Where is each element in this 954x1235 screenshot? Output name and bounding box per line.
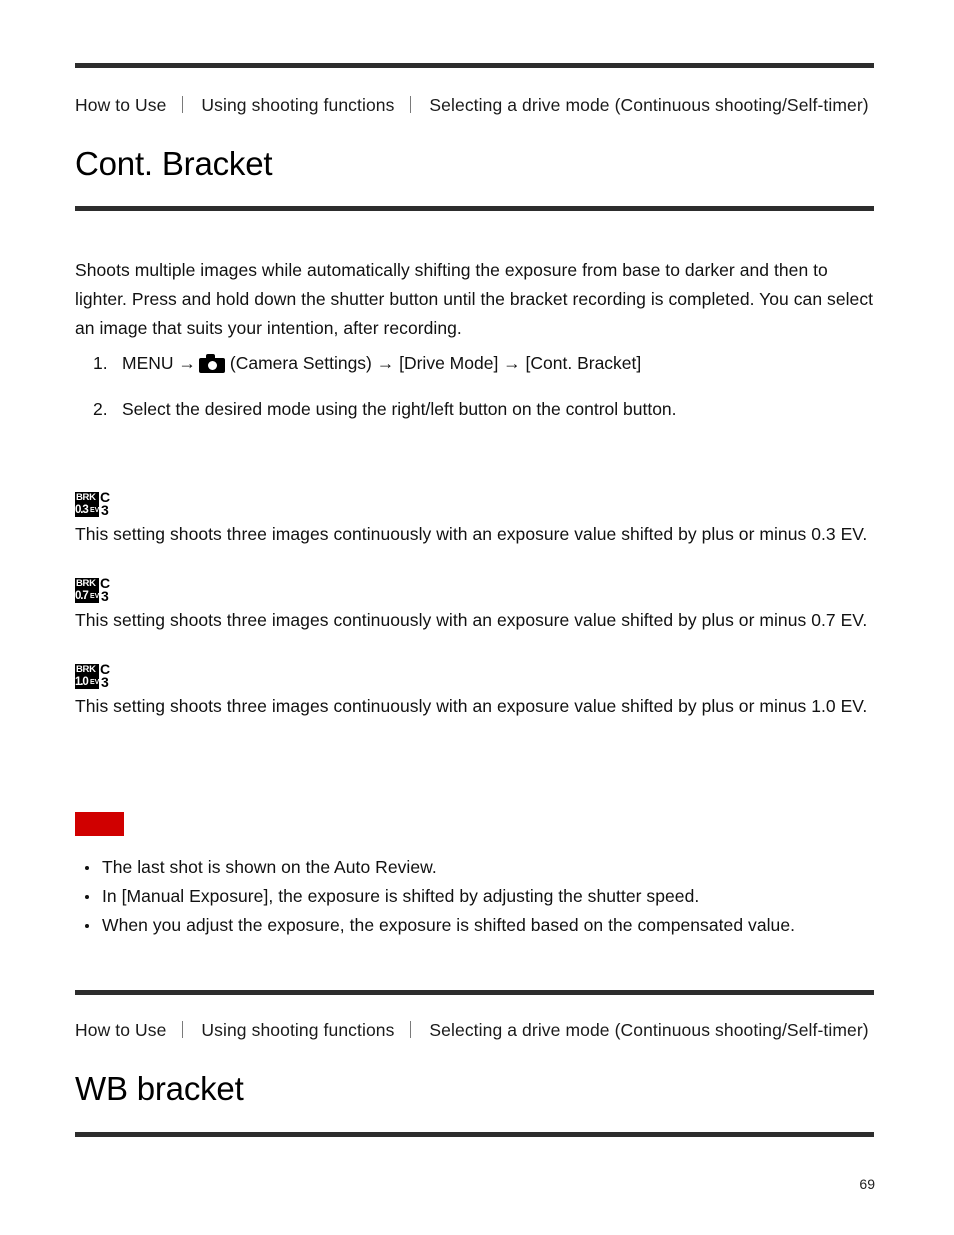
breadcrumb-item-selecting-drive-mode[interactable]: Selecting a drive mode (Continuous shoot… [429,95,868,115]
camera-icon [198,354,225,373]
bracket-mode-item: BRK 1.0 EV C 3 This setting shoots three… [75,662,885,721]
breadcrumb-item-using-shooting-functions[interactable]: Using shooting functions [201,95,394,115]
bracket-icon-ev-value: 0.7 [75,590,89,602]
bracket-icon-shot-count: 3 [101,588,109,604]
steps-list: 1. MENU → (Camera Settings) → [Drive Mode]… [75,350,885,442]
note-list-item: When you adjust the exposure, the exposu… [85,911,885,940]
breadcrumb: How to Use Using shooting functions Sele… [75,1018,875,1043]
section-divider-top [75,63,874,68]
bracket-icon-inverted-box: BRK 0.3 EV [75,492,99,517]
page-title: WB bracket [75,1070,244,1107]
bracket-icon-brk-label: BRK [76,492,96,503]
breadcrumb-separator [410,1021,412,1038]
bracket-icon-inverted-box: BRK 1.0 EV [75,664,99,689]
step-text-before-icon: MENU → [122,353,196,373]
bracket-0-3ev-icon: BRK 0.3 EV C 3 [75,490,117,518]
bracket-icon-ev-unit: EV [90,593,99,600]
section-divider-bottom [75,990,874,995]
document-page: How to Use Using shooting functions Sele… [0,0,954,1235]
note-section: The last shot is shown on the Auto Revie… [75,812,885,940]
note-badge [75,812,124,836]
breadcrumb-item-how-to-use[interactable]: How to Use [75,1020,166,1040]
breadcrumb-separator [410,96,412,113]
bracket-icon-ev-value: 0.3 [75,504,89,516]
bracket-icon-brk-label: BRK [76,664,96,675]
bracket-mode-description: This setting shoots three images continu… [75,696,868,716]
step-text-after-icon: (Camera Settings) → [Drive Mode] → [Cont… [229,353,642,373]
bracket-mode-description: This setting shoots three images continu… [75,610,868,630]
bracket-icon-ev-unit: EV [90,507,99,514]
bracket-icon-inverted-box: BRK 0.7 EV [75,578,99,603]
breadcrumb-item-how-to-use[interactable]: How to Use [75,95,166,115]
step-number: 2. [93,399,108,419]
intro-paragraph: Shoots multiple images while automatical… [75,259,874,338]
title-underline-rule [75,206,874,211]
breadcrumb-item-selecting-drive-mode[interactable]: Selecting a drive mode (Continuous shoot… [429,1020,868,1040]
bracket-0-7ev-icon: BRK 0.7 EV C 3 [75,576,117,604]
step-number: 1. [93,353,108,373]
page-number: 69 [859,1176,875,1192]
bracket-icon-ev-value: 1.0 [75,676,89,688]
breadcrumb: How to Use Using shooting functions Sele… [75,93,875,118]
step-item-2: 2. Select the desired mode using the righ… [75,396,885,422]
page-title: Cont. Bracket [75,145,273,182]
bracket-mode-list: BRK 0.3 EV C 3 This setting shoots three… [75,490,885,750]
step-item-1: 1. MENU → (Camera Settings) → [Drive Mode]… [75,350,885,376]
note-list: The last shot is shown on the Auto Revie… [75,853,885,940]
bracket-mode-item: BRK 0.7 EV C 3 This setting shoots three… [75,576,885,635]
bracket-icon-shot-count: 3 [101,502,109,518]
note-list-item: The last shot is shown on the Auto Revie… [85,853,885,882]
step-text: Select the desired mode using the right/… [122,399,677,419]
bracket-icon-shot-count: 3 [101,674,109,690]
breadcrumb-separator [182,1021,184,1038]
note-list-item: In [Manual Exposure], the exposure is sh… [85,882,885,911]
breadcrumb-separator [182,96,184,113]
bracket-mode-description: This setting shoots three images continu… [75,524,868,544]
breadcrumb-item-using-shooting-functions[interactable]: Using shooting functions [201,1020,394,1040]
title-underline-rule [75,1132,874,1137]
bracket-mode-item: BRK 0.3 EV C 3 This setting shoots three… [75,490,885,549]
bracket-1-0ev-icon: BRK 1.0 EV C 3 [75,662,117,690]
bracket-icon-brk-label: BRK [76,578,96,589]
bracket-icon-ev-unit: EV [90,679,99,686]
